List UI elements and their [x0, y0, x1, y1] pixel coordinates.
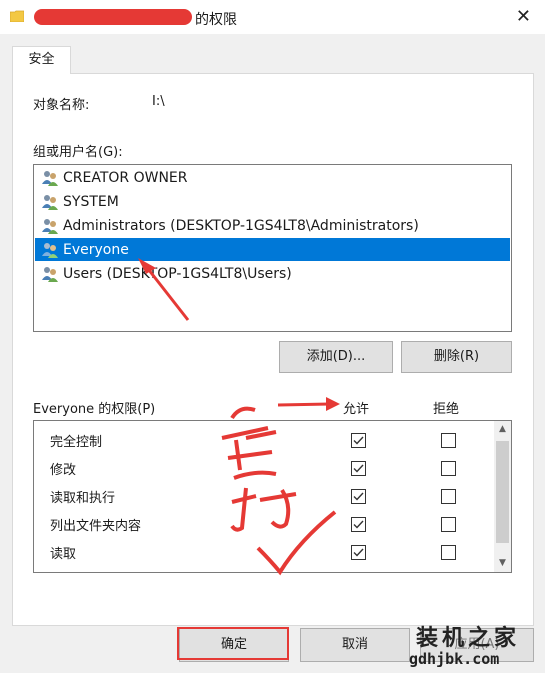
folder-icon — [10, 10, 24, 22]
user-group-icon — [42, 242, 58, 258]
permissions-label: Everyone 的权限(P) — [33, 402, 156, 417]
user-group-icon — [42, 218, 58, 234]
close-icon[interactable]: ✕ — [516, 6, 531, 27]
list-item[interactable]: Users (DESKTOP-1GS4LT8\Users) — [35, 262, 510, 285]
deny-checkbox[interactable] — [441, 489, 456, 504]
window-title: 的权限 — [195, 12, 237, 28]
permission-row: 读取和执行 — [34, 482, 492, 510]
permission-row: 读取 — [34, 538, 492, 566]
permission-row: 完全控制 — [34, 426, 492, 454]
groups-list[interactable]: CREATOR OWNER SYSTEM Administrators (DES… — [33, 164, 512, 332]
list-item[interactable]: Administrators (DESKTOP-1GS4LT8\Administ… — [35, 214, 510, 237]
user-group-icon — [42, 194, 58, 210]
permission-name: 完全控制 — [50, 435, 103, 450]
add-button[interactable]: 添加(D)... — [279, 341, 393, 373]
list-item[interactable]: CREATOR OWNER — [35, 166, 510, 189]
remove-button[interactable]: 删除(R) — [401, 341, 512, 373]
scroll-down-icon[interactable]: ▼ — [494, 555, 511, 572]
title-bar: 的权限 ✕ — [0, 0, 545, 34]
ok-highlight — [177, 627, 289, 660]
list-item-label: Administrators (DESKTOP-1GS4LT8\Administ… — [63, 217, 419, 234]
watermark-url: gdhjbk.com — [409, 650, 500, 668]
permission-row: 修改 — [34, 454, 492, 482]
deny-checkbox[interactable] — [441, 517, 456, 532]
user-group-icon — [42, 170, 58, 186]
deny-checkbox[interactable] — [441, 433, 456, 448]
permissions-list: 完全控制 修改 读取和执行 列出文件夹内容 读取 ▲ ▼ — [33, 420, 512, 573]
watermark-title: 装机之家 — [416, 626, 521, 651]
list-item[interactable]: SYSTEM — [35, 190, 510, 213]
permission-name: 读取 — [50, 547, 77, 562]
redacted-name — [34, 9, 192, 25]
list-item-label: Users (DESKTOP-1GS4LT8\Users) — [63, 265, 292, 282]
deny-checkbox[interactable] — [441, 545, 456, 560]
scroll-up-icon[interactable]: ▲ — [494, 421, 511, 438]
deny-column-header: 拒绝 — [433, 402, 460, 417]
scroll-thumb[interactable] — [496, 441, 509, 543]
allow-column-header: 允许 — [343, 402, 370, 417]
permission-row: 列出文件夹内容 — [34, 510, 492, 538]
tab-security[interactable]: 安全 — [12, 46, 71, 74]
permissions-scrollbar[interactable]: ▲ ▼ — [494, 421, 511, 572]
groups-label: 组或用户名(G): — [33, 145, 123, 160]
list-item-label: SYSTEM — [63, 193, 119, 210]
user-group-icon — [42, 266, 58, 282]
allow-checkbox[interactable] — [351, 461, 366, 476]
list-item-selected[interactable]: Everyone — [35, 238, 510, 261]
permission-name: 修改 — [50, 463, 77, 478]
allow-checkbox[interactable] — [351, 489, 366, 504]
allow-checkbox[interactable] — [351, 545, 366, 560]
list-item-label: Everyone — [63, 241, 129, 258]
object-name-value: I:\ — [152, 94, 165, 109]
permission-name: 列出文件夹内容 — [50, 519, 142, 534]
object-name-label: 对象名称: — [33, 98, 90, 113]
permission-name: 读取和执行 — [50, 491, 116, 506]
list-item-label: CREATOR OWNER — [63, 169, 188, 186]
cancel-button[interactable]: 取消 — [300, 628, 410, 662]
allow-checkbox[interactable] — [351, 433, 366, 448]
deny-checkbox[interactable] — [441, 461, 456, 476]
allow-checkbox[interactable] — [351, 517, 366, 532]
